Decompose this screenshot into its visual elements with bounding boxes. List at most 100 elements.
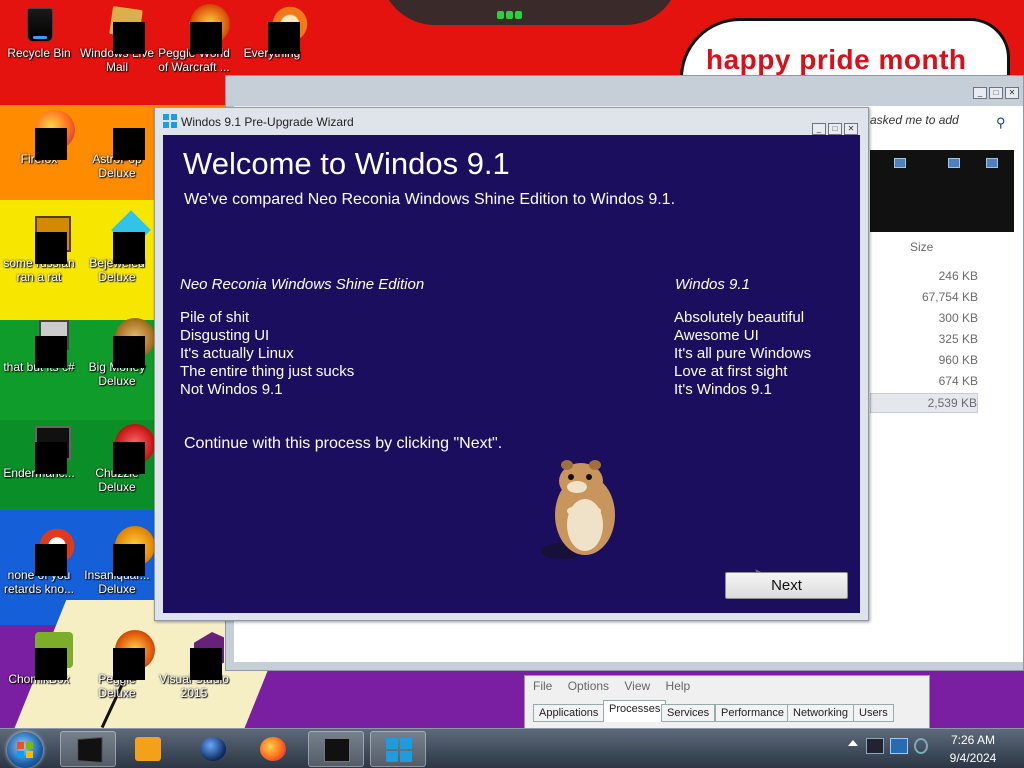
desktop-icon-insaniquarium[interactable]: Insaniquar... Deluxe xyxy=(79,526,155,596)
menu-help[interactable]: Help xyxy=(666,679,691,693)
task-manager-window[interactable]: File Options View Help Applications Proc… xyxy=(524,675,930,735)
wallpaper-character-shirt xyxy=(380,0,680,25)
desktop-icon-endermanc[interactable]: Endermanc... xyxy=(1,426,77,480)
censor-block xyxy=(35,128,67,160)
tab-processes[interactable]: Processes xyxy=(603,700,667,722)
tab-performance[interactable]: Performance xyxy=(715,704,790,722)
desktop-icon-peggle-deluxe[interactable]: Peggle Deluxe xyxy=(79,630,155,700)
taskbar-item-firefox[interactable] xyxy=(245,731,301,767)
minimize-button[interactable]: _ xyxy=(812,123,826,135)
list-item: The entire thing just sucks xyxy=(180,363,355,380)
desktop-icon-that-but-csharp[interactable]: that but its c# xyxy=(1,320,77,374)
taskbar-item-window[interactable] xyxy=(60,731,116,767)
censor-block xyxy=(113,128,145,160)
desktop-icon-astropop[interactable]: AstroPop Deluxe xyxy=(79,112,155,180)
recycle-bin-icon xyxy=(21,6,57,42)
maximize-button[interactable]: □ xyxy=(828,123,842,135)
desktop-icon-none-of-you[interactable]: none of you retards kno... xyxy=(1,526,77,596)
window-icon xyxy=(77,736,103,764)
desktop-icon-peggle-wow[interactable]: Peggle World of Warcraft ... xyxy=(156,4,232,74)
menu-options[interactable]: Options xyxy=(568,679,609,693)
list-item: It's actually Linux xyxy=(180,345,294,362)
censor-block xyxy=(113,648,145,680)
desktop-icon-firefox[interactable]: Firefox xyxy=(1,110,77,166)
file-size[interactable]: 67,754 KB xyxy=(870,290,978,304)
tab-services[interactable]: Services xyxy=(661,704,716,722)
continue-instruction: Continue with this process by clicking "… xyxy=(184,435,503,452)
desktop-icon-russian-rat[interactable]: some russian ran a rat xyxy=(1,216,77,284)
next-button[interactable]: Next xyxy=(725,572,848,599)
tray-network-icon[interactable] xyxy=(890,738,908,754)
gem-icon xyxy=(99,210,151,264)
close-button[interactable]: ✕ xyxy=(844,123,858,135)
censor-block xyxy=(190,648,222,680)
tray-volume-icon[interactable] xyxy=(914,738,928,754)
search-icon[interactable]: ⚲ xyxy=(996,115,1006,131)
wizard-window-title: Windos 9.1 Pre-Upgrade Wizard xyxy=(181,115,354,129)
minimize-button[interactable]: _ xyxy=(973,87,987,99)
file-size[interactable]: 674 KB xyxy=(870,374,978,388)
explorer-toolbar-dark xyxy=(870,150,1014,232)
everything-icon xyxy=(254,4,310,54)
tab-users[interactable]: Users xyxy=(853,704,894,722)
windows-logo-icon xyxy=(163,114,177,128)
peggle-icon xyxy=(176,4,230,54)
file-size[interactable]: 246 KB xyxy=(870,269,978,283)
list-item: It's all pure Windows xyxy=(674,345,812,362)
list-item: Love at first sight xyxy=(674,363,788,380)
money-bag-icon xyxy=(99,318,155,368)
taskbar-item-windos-wizard[interactable] xyxy=(370,731,426,767)
start-button[interactable] xyxy=(7,732,43,768)
firefox-icon xyxy=(21,110,75,160)
taskbar-item-media-player[interactable] xyxy=(120,731,176,767)
desktop-icon-bejeweled[interactable]: Bejeweled Deluxe xyxy=(79,210,155,284)
tab-networking[interactable]: Networking xyxy=(787,704,855,722)
censor-block xyxy=(35,336,67,368)
window-stack-icon xyxy=(21,320,69,368)
desktop-icon-everything[interactable]: Everything xyxy=(234,4,310,60)
censor-block xyxy=(35,232,67,264)
censor-block xyxy=(113,442,145,474)
show-hidden-icons-arrow-icon[interactable] xyxy=(848,740,858,746)
clock-date[interactable]: 9/4/2024 xyxy=(940,751,1006,765)
hamster-box-icon xyxy=(21,632,73,680)
wizard-content: Welcome to Windos 9.1 We've compared Neo… xyxy=(163,135,860,613)
desktop-icon-big-money[interactable]: Big Money Deluxe xyxy=(79,318,155,388)
desktop-icon-recycle-bin[interactable]: Recycle Bin xyxy=(1,6,77,60)
pane-icon[interactable] xyxy=(948,158,960,168)
taskbar-item-globe[interactable] xyxy=(185,731,241,767)
list-item: Absolutely beautiful xyxy=(674,309,805,326)
fish-icon xyxy=(99,526,155,576)
desktop-icon-visual-studio[interactable]: Visual Studio 2015 xyxy=(156,632,232,700)
taskbar-item-terminal[interactable] xyxy=(308,731,364,767)
preview-icon[interactable] xyxy=(986,158,998,168)
file-size[interactable]: 960 KB xyxy=(870,353,978,367)
upgrade-wizard-window[interactable]: Windos 9.1 Pre-Upgrade Wizard _ □ ✕ Welcom… xyxy=(154,107,869,621)
menu-file[interactable]: File xyxy=(533,679,552,693)
clock-time[interactable]: 7:26 AM xyxy=(940,733,1006,747)
censor-block xyxy=(113,232,145,264)
speech-bubble-text: happy pride month xyxy=(706,44,967,75)
close-button[interactable]: ✕ xyxy=(1005,87,1019,99)
left-column-header: Neo Reconia Windows Shine Edition xyxy=(180,276,425,293)
censor-block xyxy=(35,648,67,680)
file-size-selected[interactable]: 2,539 KB xyxy=(870,393,978,413)
windows-logo-icon xyxy=(386,738,412,762)
hamster-image xyxy=(541,460,615,559)
right-column-header: Windos 9.1 xyxy=(675,276,750,293)
view-icon[interactable] xyxy=(894,158,906,168)
tab-applications[interactable]: Applications xyxy=(533,704,605,722)
menu-view[interactable]: View xyxy=(624,679,650,693)
size-column-header[interactable]: Size xyxy=(910,240,933,254)
tray-monitor-icon[interactable] xyxy=(866,738,884,754)
desktop-icon-chomikbox[interactable]: ChomikBox xyxy=(1,632,77,686)
maximize-button[interactable]: □ xyxy=(989,87,1003,99)
list-item: Pile of shit xyxy=(180,309,250,326)
wizard-window-controls: _ □ ✕ xyxy=(810,118,858,136)
file-size[interactable]: 325 KB xyxy=(870,332,978,346)
wizard-subheading: We've compared Neo Reconia Windows Shine… xyxy=(184,191,676,208)
file-size[interactable]: 300 KB xyxy=(870,311,978,325)
left-column-list: Pile of shit Disgusting UI It's actually… xyxy=(180,309,354,399)
desktop-icon-windows-live-mail[interactable]: Windows Live Mail xyxy=(79,6,155,74)
desktop-icon-chuzzle[interactable]: Chuzzle Deluxe xyxy=(79,424,155,494)
